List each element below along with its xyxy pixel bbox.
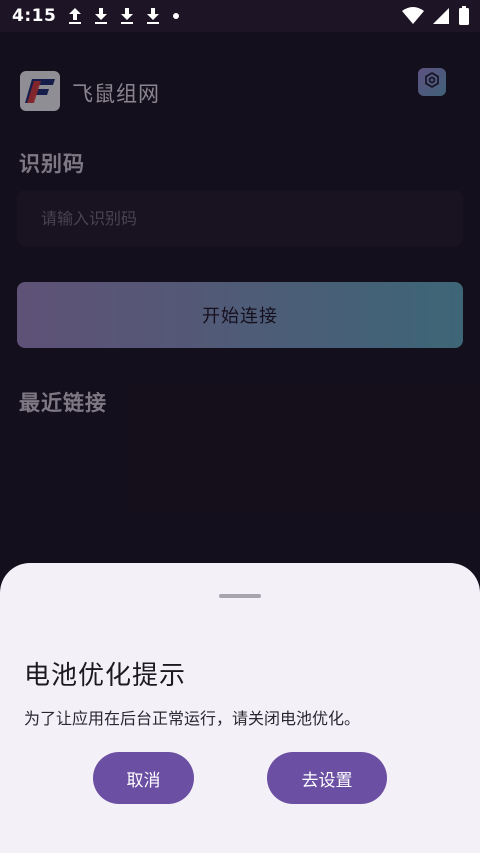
download-icon: [120, 7, 134, 25]
code-label: 识别码: [19, 152, 85, 176]
app-title: 飞鼠组网: [72, 82, 160, 106]
status-left: 4:15: [12, 6, 180, 26]
settings-button[interactable]: [418, 68, 446, 96]
download-icon: [94, 7, 108, 25]
download-icon: [146, 7, 160, 25]
dialog-message: 为了让应用在后台正常运行，请关闭电池优化。: [24, 709, 361, 728]
settings-hexagon-icon: [424, 72, 440, 92]
wifi-icon: [402, 7, 424, 25]
dot-icon: [172, 12, 180, 20]
recent-connections-title: 最近链接: [19, 391, 107, 415]
go-to-settings-button[interactable]: 去设置: [267, 752, 387, 804]
dialog-title: 电池优化提示: [24, 661, 187, 691]
sheet-drag-handle[interactable]: [219, 594, 261, 598]
signal-icon: [432, 7, 450, 25]
code-input[interactable]: [17, 190, 463, 246]
status-bar: 4:15: [0, 0, 480, 32]
status-right: [402, 6, 470, 26]
connect-button[interactable]: 开始连接: [17, 282, 463, 348]
battery-optimization-sheet: 电池优化提示 为了让应用在后台正常运行，请关闭电池优化。 取消 去设置: [0, 563, 480, 853]
battery-icon: [458, 6, 470, 26]
upload-icon: [68, 7, 82, 25]
cancel-button[interactable]: 取消: [93, 752, 194, 804]
app-header: 飞鼠组网: [20, 68, 460, 112]
status-time: 4:15: [12, 6, 57, 26]
app-logo: [20, 71, 60, 111]
